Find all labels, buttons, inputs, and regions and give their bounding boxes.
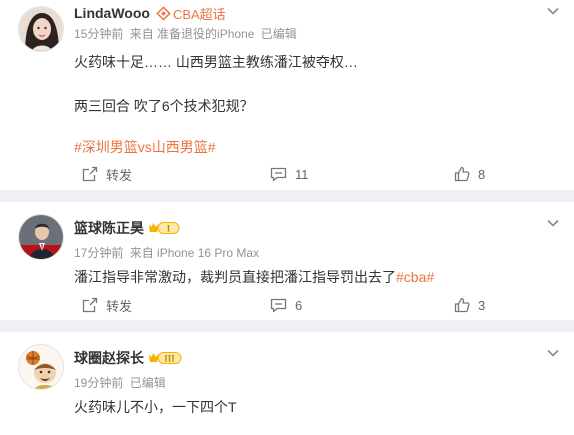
avatar[interactable] [18,214,64,260]
author-row: LindaWooo CBA超话 [74,4,226,22]
forward-icon [82,166,98,182]
post-time: 17分钟前 [74,246,124,260]
super-topic-badge[interactable]: CBA超话 [156,4,226,23]
action-bar: 转发 6 3 [74,295,494,315]
avatar-image [19,345,63,389]
post-source: 来自 准备退役的iPhone [129,27,255,41]
forward-icon [82,297,98,313]
avatar-image [19,215,63,259]
more-chevron-icon[interactable] [546,348,560,358]
level-badge-text: III [164,354,175,364]
forward-label: 转发 [106,298,133,314]
post-card: LindaWooo CBA超话 15分钟前 来自 准备退役的iPhone 已编辑… [0,0,574,190]
forward-button[interactable]: 转发 [82,164,132,184]
level-badge-text: I [167,224,171,234]
username[interactable]: LindaWooo [74,5,150,21]
like-count: 3 [478,297,486,313]
like-count: 8 [478,166,486,182]
level-crown-icon: I [149,222,180,234]
post-text-line-1: 火药味十足…… 山西男篮主教练潘江被夺权… [74,54,358,70]
post-meta: 15分钟前 来自 准备退役的iPhone 已编辑 [74,25,300,42]
author-row: 篮球陈正昊 I [74,219,180,237]
comment-button[interactable]: 11 [270,164,309,184]
forward-button[interactable]: 转发 [82,295,132,315]
comment-count: 11 [295,166,309,182]
more-chevron-icon[interactable] [546,6,560,16]
comment-count: 6 [295,297,303,313]
post-meta: 17分钟前 来自 iPhone 16 Pro Max [74,244,262,261]
username[interactable]: 球圈赵探长 [74,348,144,368]
avatar[interactable] [18,344,64,390]
post-source: 来自 iPhone 16 Pro Max [129,246,260,260]
comment-button[interactable]: 6 [270,295,302,315]
super-topic-label: CBA超话 [172,6,226,22]
like-button[interactable]: 8 [454,164,485,184]
super-topic-icon [156,5,171,21]
post-time: 19分钟前 [74,376,124,390]
post-time: 15分钟前 [74,27,124,41]
comment-icon [270,167,287,181]
post-text-body: 潘江指导非常激动，裁判员直接把潘江指导罚出去了 [74,269,396,285]
comment-icon [270,298,287,312]
like-icon [454,297,470,313]
avatar-image [19,7,63,51]
hashtag-link[interactable]: #cba# [396,269,434,285]
author-row: 球圈赵探长 III [74,349,182,367]
like-button[interactable]: 3 [454,295,485,315]
forward-label: 转发 [106,167,133,183]
like-icon [454,166,470,182]
post-meta: 19分钟前 已编辑 [74,374,169,391]
edited-label: 已编辑 [129,376,166,390]
post-card: 球圈赵探长 III 19分钟前 已编辑 火药味儿不小，一下四个T [0,332,574,435]
edited-label: 已编辑 [260,27,297,41]
more-chevron-icon[interactable] [546,218,560,228]
post-text-line-2: 两三回合 吹了6个技术犯规？ [74,98,254,114]
username[interactable]: 篮球陈正昊 [74,218,144,238]
post-text: 潘江指导非常激动，裁判员直接把潘江指导罚出去了#cba# [74,267,434,287]
action-bar: 转发 11 8 [74,164,494,184]
hashtag-link[interactable]: #深圳男篮vs山西男篮# [74,137,216,157]
avatar[interactable] [18,6,64,52]
post-card: 篮球陈正昊 I 17分钟前 来自 iPhone 16 Pro Max 潘江指导非… [0,202,574,320]
level-crown-icon: III [149,352,182,364]
post-text: 火药味儿不小，一下四个T [74,399,237,415]
